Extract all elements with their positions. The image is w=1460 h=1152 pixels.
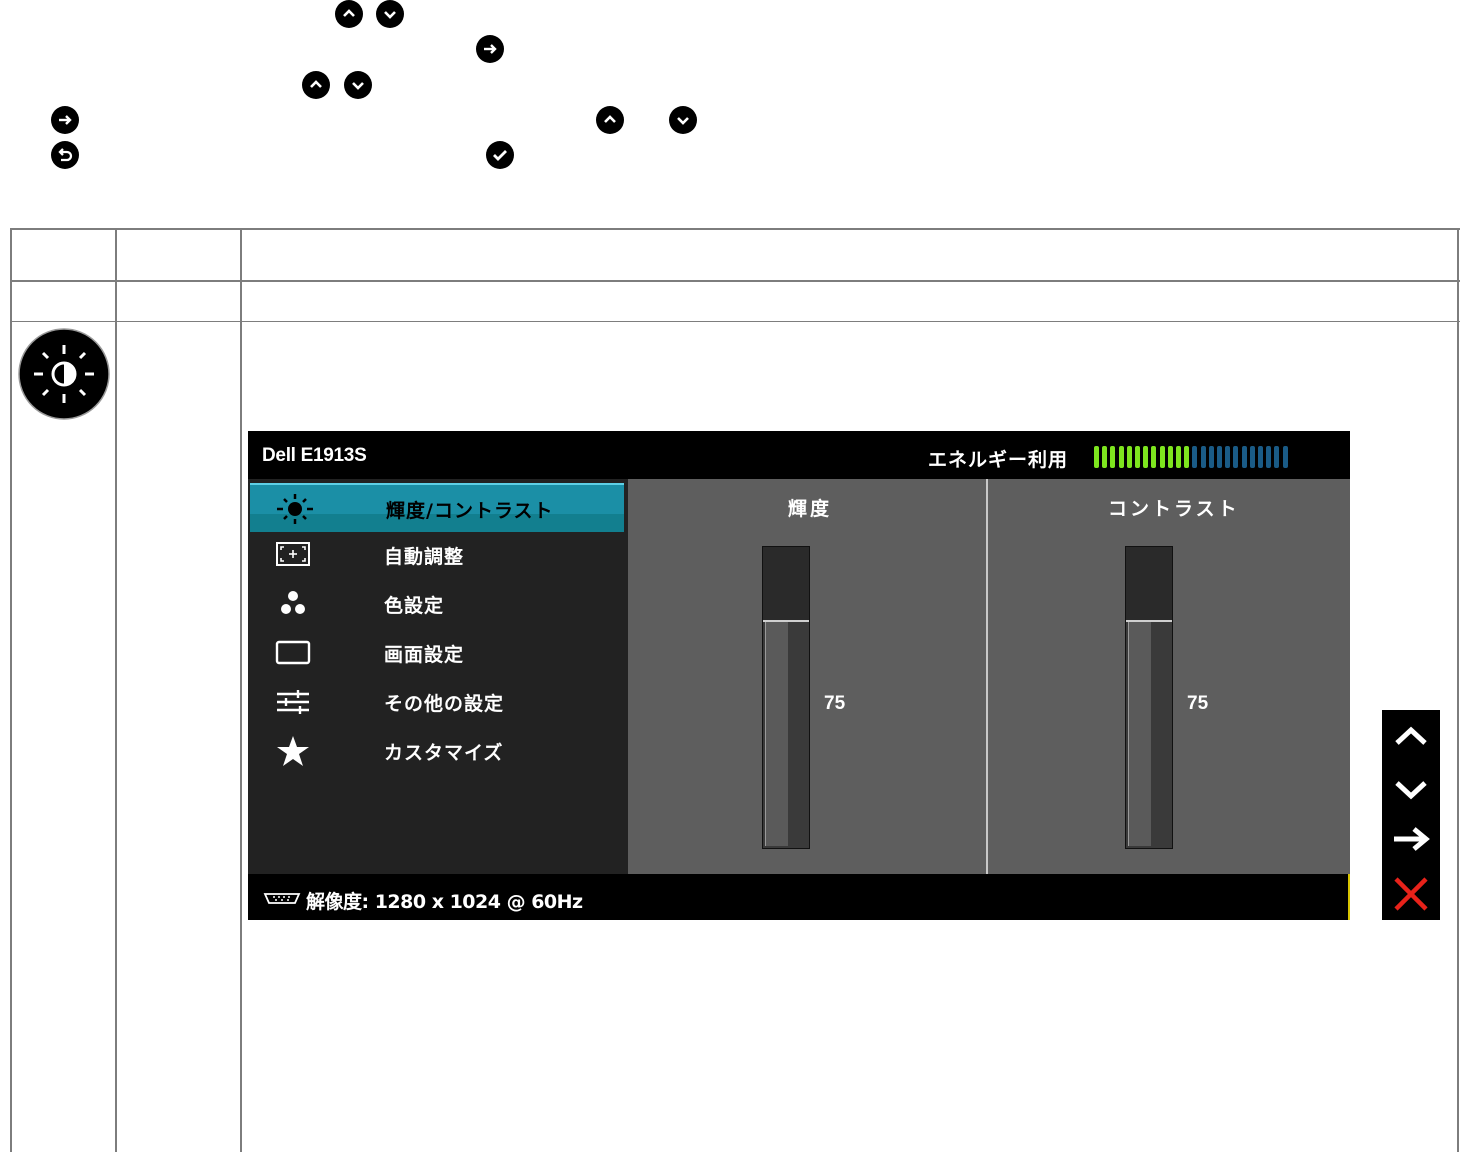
energy-segment [1282, 446, 1288, 468]
down-button-icon [669, 106, 697, 134]
back-button-icon [51, 141, 79, 169]
menu-label: カスタマイズ [384, 742, 504, 764]
energy-segment [1135, 446, 1140, 468]
menu-label: 輝度/コントラスト [386, 500, 554, 522]
brightness-contrast-icon [18, 328, 110, 420]
menu-item-brightness-contrast[interactable]: 輝度/コントラスト [250, 483, 624, 532]
osd-menu: Dell E1913S エネルギー利用 輝度/コントラスト 自動調整 色設定 画 [248, 431, 1350, 920]
energy-segment [1126, 446, 1132, 468]
osd-nav-buttons [1382, 710, 1440, 920]
energy-use-meter [1094, 446, 1290, 468]
energy-segment [1176, 446, 1181, 468]
energy-segment [1266, 446, 1272, 468]
adjust-panel: 輝度 75 コントラスト 75 [628, 479, 1350, 874]
energy-segment [1151, 446, 1157, 468]
down-button-icon [344, 71, 372, 99]
monitor-model: Dell E1913S [262, 445, 367, 466]
energy-segment [1200, 446, 1206, 468]
contrast-value: 75 [1187, 693, 1209, 714]
contrast-title: コントラスト [1108, 498, 1240, 520]
check-button-icon [486, 141, 514, 169]
menu-item-display-settings[interactable]: 画面設定 [248, 629, 628, 678]
contrast-slider[interactable] [1125, 546, 1173, 849]
energy-segment [1159, 446, 1165, 468]
down-button-icon [376, 0, 404, 28]
menu-item-auto-adjust[interactable]: 自動調整 [248, 531, 628, 580]
exit-x-icon[interactable] [1382, 876, 1440, 912]
energy-segment [1102, 446, 1108, 468]
energy-segment [1110, 446, 1116, 468]
down-icon[interactable] [1382, 774, 1440, 804]
energy-segment [1192, 446, 1198, 468]
brightness-slider-fill [763, 620, 809, 848]
energy-segment [1208, 446, 1214, 468]
menu-label: 自動調整 [384, 546, 465, 568]
up-button-icon [596, 106, 624, 134]
menu-label: 色設定 [384, 595, 445, 617]
energy-use-label: エネルギー利用 [928, 449, 1069, 471]
brightness-value: 75 [824, 693, 846, 714]
energy-segment [1094, 446, 1099, 468]
up-icon[interactable] [1382, 722, 1440, 752]
enter-arrow-icon[interactable] [1382, 824, 1440, 854]
vga-connector-icon [262, 890, 302, 906]
brightness-contrast-icon [276, 493, 314, 525]
menu-item-color-settings[interactable]: 色設定 [248, 580, 628, 629]
up-button-icon [335, 0, 363, 28]
customize-star-icon [274, 735, 312, 767]
energy-segment [1217, 446, 1222, 468]
energy-segment [1241, 446, 1247, 468]
energy-segment [1118, 446, 1124, 468]
enter-button-icon [476, 35, 504, 63]
energy-segment [1258, 446, 1263, 468]
brightness-title: 輝度 [788, 498, 833, 520]
energy-segment [1249, 446, 1255, 468]
energy-segment [1143, 446, 1149, 468]
other-settings-icon [274, 686, 312, 718]
energy-segment [1233, 446, 1239, 468]
energy-segment [1274, 446, 1280, 468]
up-button-icon [302, 71, 330, 99]
osd-status-bar: 解像度: 1280 x 1024 @ 60Hz [248, 874, 1350, 920]
energy-segment [1167, 446, 1173, 468]
enter-button-icon [51, 106, 79, 134]
energy-segment [1225, 446, 1231, 468]
auto-adjust-icon [274, 539, 312, 571]
menu-label: 画面設定 [384, 644, 465, 666]
display-settings-icon [274, 637, 312, 669]
panel-divider [986, 479, 988, 874]
color-settings-icon [274, 588, 312, 620]
menu-item-customize[interactable]: カスタマイズ [248, 727, 628, 776]
energy-segment [1184, 446, 1190, 468]
osd-menu-list: 輝度/コントラスト 自動調整 色設定 画面設定 その他の設定 カスタマイズ [248, 479, 628, 874]
resolution-text: 解像度: 1280 x 1024 @ 60Hz [306, 891, 583, 913]
menu-label: その他の設定 [384, 693, 505, 715]
menu-item-other-settings[interactable]: その他の設定 [248, 678, 628, 727]
brightness-slider[interactable] [762, 546, 810, 849]
contrast-slider-fill [1126, 620, 1172, 848]
